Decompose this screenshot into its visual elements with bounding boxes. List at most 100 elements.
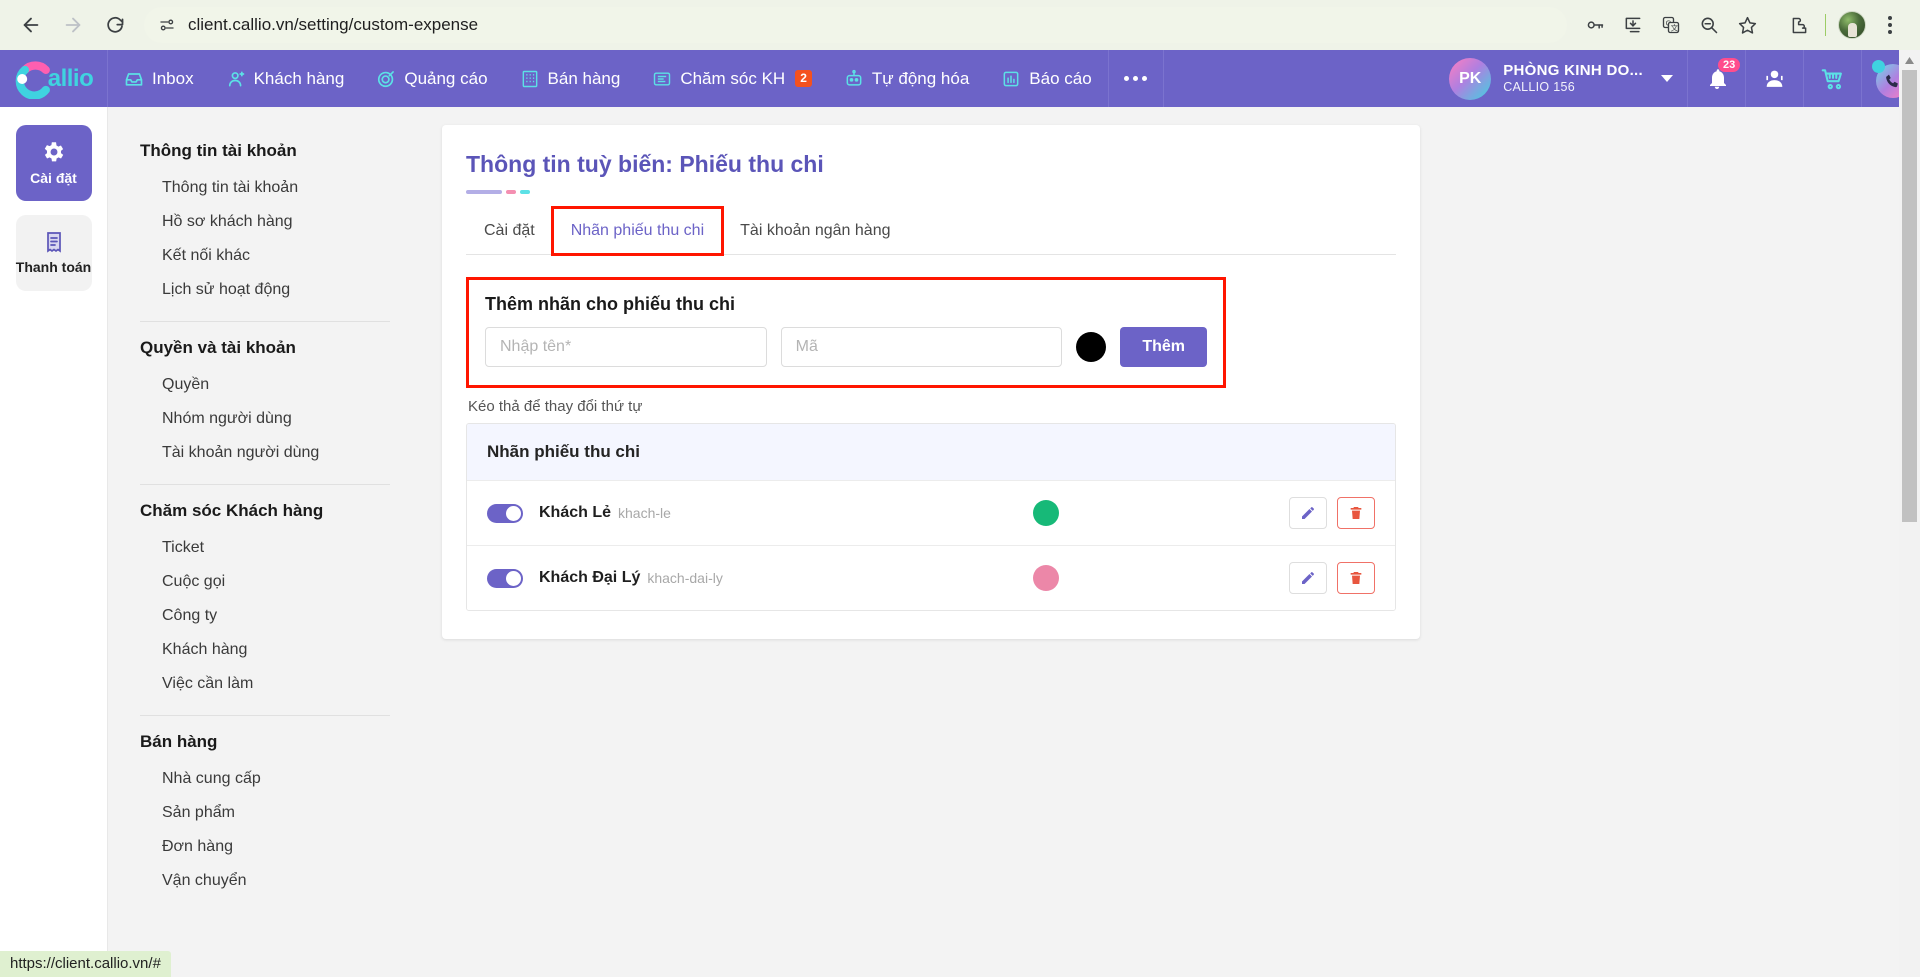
sidebar-item-ticket[interactable]: Ticket xyxy=(140,531,390,565)
sidebar-item-cong-ty[interactable]: Công ty xyxy=(140,599,390,633)
table-row[interactable]: Khách Lẻ khach-le xyxy=(467,480,1395,545)
inbox-icon xyxy=(124,69,144,89)
delete-row-button[interactable] xyxy=(1337,562,1375,594)
sidebar-item-tai-khoan-nguoi-dung[interactable]: Tài khoản người dùng xyxy=(140,436,390,470)
nav-item-inbox[interactable]: Inbox xyxy=(108,50,210,107)
settings-nav-group: Quyền và tài khoản Quyền Nhóm người dùng… xyxy=(108,326,418,470)
page-scrollbar[interactable] xyxy=(1899,50,1920,977)
app-top-bar: allio Inbox Khách hàng Quảng cáo Bán hàn… xyxy=(0,50,1920,107)
profile-avatar[interactable] xyxy=(1834,7,1870,43)
notifications-button[interactable]: 23 xyxy=(1688,50,1746,107)
sidebar-item-lich-su-hoat-dong[interactable]: Lịch sử hoạt động xyxy=(140,273,390,307)
label-code-input[interactable] xyxy=(780,327,1063,367)
address-bar[interactable]: client.callio.vn/setting/custom-expense xyxy=(144,7,1567,43)
row-color-swatch xyxy=(1033,500,1059,526)
label-name-input[interactable] xyxy=(485,327,767,367)
nav-item-khach-hang[interactable]: Khách hàng xyxy=(210,50,361,107)
sidebar-item-quyen[interactable]: Quyền xyxy=(140,368,390,402)
add-label-button[interactable]: Thêm xyxy=(1120,327,1207,367)
password-key-icon[interactable] xyxy=(1577,7,1613,43)
add-label-panel: Thêm nhãn cho phiếu thu chi Thêm xyxy=(466,277,1226,388)
sidebar-item-thong-tin-tai-khoan[interactable]: Thông tin tài khoản xyxy=(140,171,390,205)
extensions-icon[interactable] xyxy=(1781,7,1817,43)
sidebar-item-nhom-nguoi-dung[interactable]: Nhóm người dùng xyxy=(140,402,390,436)
scrollbar-thumb[interactable] xyxy=(1902,70,1917,522)
rail-item-thanh-toan[interactable]: Thanh toán xyxy=(15,215,92,291)
target-ads-icon xyxy=(376,69,396,89)
add-label-title: Thêm nhãn cho phiếu thu chi xyxy=(485,294,735,314)
accent-bar-1 xyxy=(466,190,502,194)
sidebar-item-nha-cung-cap[interactable]: Nhà cung cấp xyxy=(140,762,390,796)
tab-tai-khoan-ngan-hang[interactable]: Tài khoản ngân hàng xyxy=(722,208,908,254)
receipt-icon xyxy=(46,232,61,254)
gear-icon xyxy=(44,142,63,162)
nav-item-quang-cao[interactable]: Quảng cáo xyxy=(360,50,503,107)
trash-delete-icon xyxy=(1350,572,1362,584)
forward-button[interactable] xyxy=(54,6,92,44)
tab-nhan-phieu-thu-chi[interactable]: Nhãn phiếu thu chi xyxy=(550,206,725,256)
nav-divider xyxy=(140,484,390,485)
tab-cai-dat[interactable]: Cài đặt xyxy=(466,208,553,254)
edit-row-button[interactable] xyxy=(1289,497,1327,529)
chevron-down-icon[interactable] xyxy=(1661,75,1673,82)
zoom-out-icon[interactable] xyxy=(1691,7,1727,43)
table-row[interactable]: Khách Đại Lý khach-dai-ly xyxy=(467,545,1395,610)
nav-label: Bán hàng xyxy=(547,68,621,88)
pencil-edit-icon xyxy=(1302,507,1314,519)
nav-item-tu-dong-hoa[interactable]: Tự động hóa xyxy=(828,50,985,107)
color-picker-swatch[interactable] xyxy=(1076,332,1107,362)
nav-label: Tự động hóa xyxy=(871,68,970,88)
row-color-swatch xyxy=(1033,565,1059,591)
user-name: PHÒNG KINH DO... xyxy=(1503,62,1643,79)
scroll-up-arrow-icon[interactable] xyxy=(1899,50,1920,70)
install-app-icon[interactable] xyxy=(1615,7,1651,43)
row-enable-toggle[interactable] xyxy=(487,568,523,588)
sidebar-item-san-pham[interactable]: Sản phẩm xyxy=(140,796,390,830)
chrome-menu-icon[interactable] xyxy=(1872,7,1908,43)
delete-row-button[interactable] xyxy=(1337,497,1375,529)
row-name: Khách Đại Lý xyxy=(539,569,641,586)
row-enable-toggle[interactable] xyxy=(487,503,523,523)
site-settings-icon[interactable] xyxy=(158,16,176,34)
user-menu[interactable]: PK PHÒNG KINH DO... CALLIO 156 xyxy=(1439,50,1688,107)
callio-logo[interactable]: allio xyxy=(0,50,108,107)
page-body: Cài đặt Thanh toán Thông tin tài khoản T… xyxy=(0,107,1920,977)
bookmark-star-icon[interactable] xyxy=(1729,7,1765,43)
notification-count: 23 xyxy=(1718,58,1741,72)
nav-badge: 2 xyxy=(795,70,812,87)
robot-automation-icon xyxy=(844,69,864,89)
sidebar-item-ho-so-khach-hang[interactable]: Hồ sơ khách hàng xyxy=(140,205,390,239)
nav-item-cham-soc-kh[interactable]: Chăm sóc KH 2 xyxy=(636,50,828,107)
bar-chart-report-icon xyxy=(1001,69,1021,89)
toolbar-divider xyxy=(1825,14,1826,36)
cart-button[interactable] xyxy=(1804,50,1862,107)
sidebar-item-viec-can-lam[interactable]: Việc cần làm xyxy=(140,667,390,701)
edit-row-button[interactable] xyxy=(1289,562,1327,594)
sidebar-item-ket-noi-khac[interactable]: Kết nối khác xyxy=(140,239,390,273)
add-label-row: Thêm xyxy=(485,327,1207,367)
sidebar-item-van-chuyen[interactable]: Vận chuyển xyxy=(140,864,390,898)
nav-item-bao-cao[interactable]: Báo cáo xyxy=(985,50,1107,107)
nav-group-title: Quyền và tài khoản xyxy=(140,338,296,357)
sidebar-item-don-hang[interactable]: Đơn hàng xyxy=(140,830,390,864)
row-actions xyxy=(1289,497,1375,529)
user-subtitle: CALLIO 156 xyxy=(1503,80,1575,94)
nav-label: Khách hàng xyxy=(253,68,345,88)
nav-divider xyxy=(140,715,390,716)
accent-bar-2 xyxy=(506,190,516,194)
main-content: Thông tin tuỳ biến: Phiếu thu chi Cài đặ… xyxy=(418,107,1920,977)
drag-reorder-hint: Kéo thả để thay đổi thứ tự xyxy=(468,398,643,415)
nav-item-ban-hang[interactable]: Bán hàng xyxy=(504,50,637,107)
more-menu-button[interactable] xyxy=(1107,50,1164,107)
translate-icon[interactable]: G 文 xyxy=(1653,7,1689,43)
url-text: client.callio.vn/setting/custom-expense xyxy=(188,15,479,34)
labels-table: Nhãn phiếu thu chi Khách Lẻ khach-le Khá… xyxy=(466,423,1396,611)
sidebar-item-cuoc-goi[interactable]: Cuộc gọi xyxy=(140,565,390,599)
rail-item-cai-dat[interactable]: Cài đặt xyxy=(15,125,92,201)
sidebar-item-khach-hang[interactable]: Khách hàng xyxy=(140,633,390,667)
shopping-cart-icon xyxy=(1821,68,1842,89)
back-button[interactable] xyxy=(12,6,50,44)
support-agent-button[interactable] xyxy=(1746,50,1804,107)
reload-button[interactable] xyxy=(96,6,134,44)
nav-group-title: Chăm sóc Khách hàng xyxy=(140,501,324,520)
